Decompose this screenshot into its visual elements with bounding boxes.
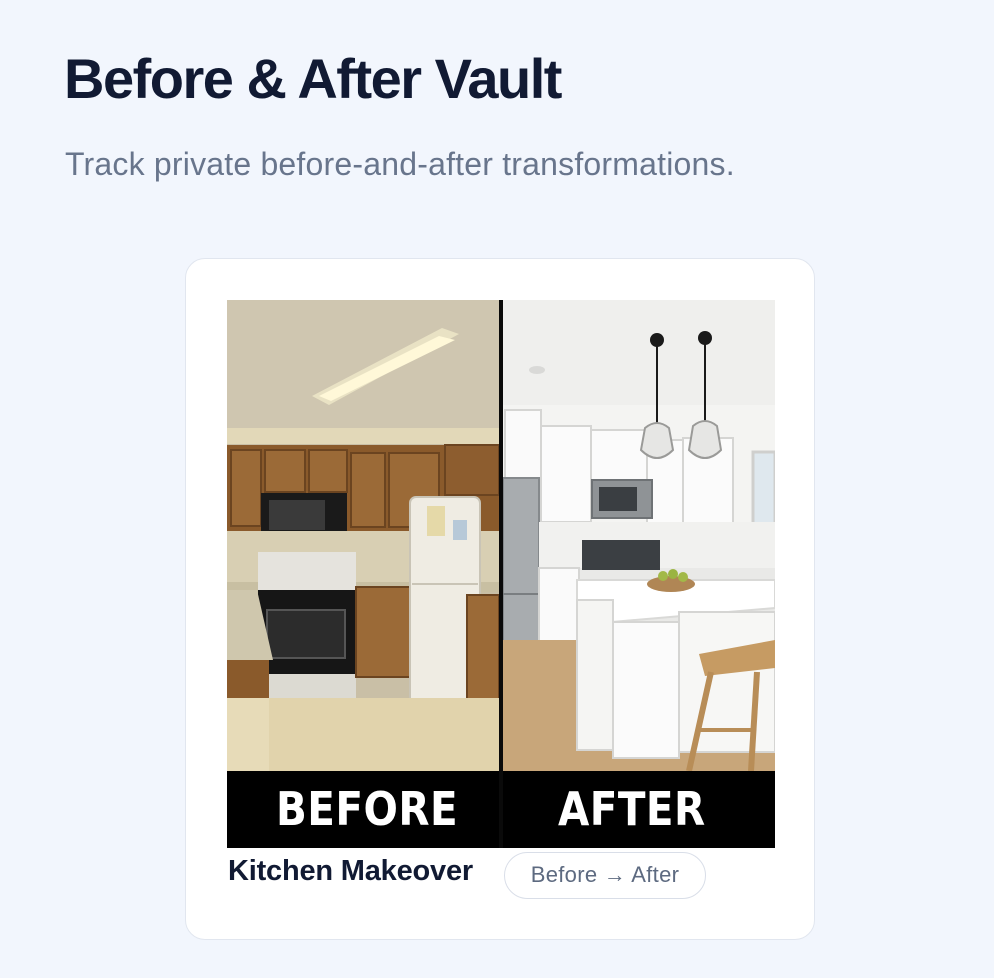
before-label: BEFORE <box>276 782 459 836</box>
project-title: Kitchen Makeover <box>228 855 473 887</box>
page-title: Before & After Vault <box>64 47 562 110</box>
before-kitchen-scene <box>227 300 500 771</box>
after-kitchen-scene <box>502 300 775 772</box>
before-after-chip[interactable]: Before → After <box>504 852 706 899</box>
page-subtitle: Track private before-and-after transform… <box>65 146 735 182</box>
split-divider <box>499 300 503 848</box>
after-label: AFTER <box>558 782 706 836</box>
page: Before & After Vault Track private befor… <box>0 0 994 978</box>
before-after-photo[interactable]: BEFORE AFTER <box>227 300 775 848</box>
project-card[interactable]: BEFORE AFTER Kitchen Makeover Before → A… <box>185 258 815 940</box>
